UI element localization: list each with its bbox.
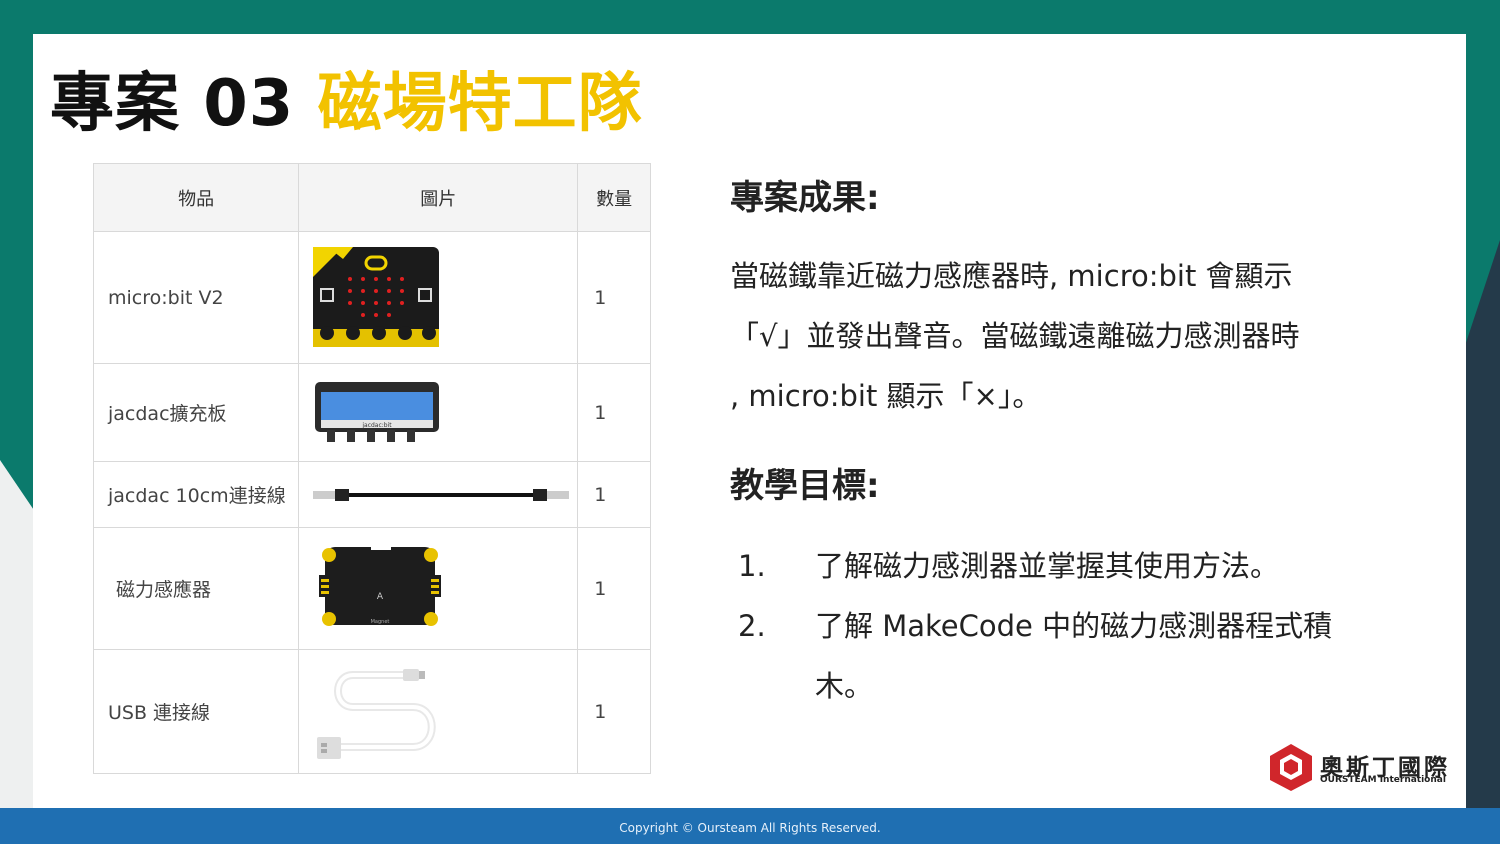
item-qty: 1	[577, 527, 651, 650]
goal-text: 了解磁力感測器並掌握其使用方法。	[815, 549, 1280, 583]
footer-copyright: Copyright © Oursteam All Rights Reserved…	[0, 808, 1500, 844]
logo-text-en: OURSTEAM International	[1320, 775, 1446, 785]
item-image-cell	[298, 231, 579, 364]
item-qty: 1	[577, 649, 651, 774]
outcome-line-3: , micro:bit 顯示「×」。	[730, 379, 1042, 413]
item-qty: 1	[577, 231, 651, 364]
jacdac-board-image: jacdac:bit	[315, 381, 440, 442]
goal-text-cont: 木。	[815, 669, 874, 703]
board-label: jacdac:bit	[362, 422, 393, 429]
item-image-cell	[298, 461, 579, 528]
microbit-image	[313, 246, 440, 347]
item-name: USB 連接線	[92, 649, 300, 774]
item-name: micro:bit V2	[92, 231, 300, 364]
table-row: USB 連接線 1	[92, 649, 651, 774]
goals-heading: 教學目標:	[730, 466, 880, 506]
table-header-row: 物品 圖片 數量	[92, 163, 651, 232]
header-qty: 數量	[577, 163, 651, 232]
title-highlight: 磁場特工隊	[317, 67, 643, 141]
goal-item: 1. 了解磁力感測器並掌握其使用方法。	[738, 536, 1418, 596]
header-item: 物品	[92, 163, 300, 232]
table-row: jacdac 10cm連接線 1	[92, 461, 651, 528]
oursteam-logo: 奧斯丁國際 OURSTEAM International	[1268, 742, 1458, 794]
header-image: 圖片	[298, 163, 579, 232]
item-qty: 1	[577, 363, 651, 462]
item-image-cell	[298, 649, 579, 774]
usb-cable-image	[317, 668, 437, 759]
item-name: jacdac 10cm連接線	[92, 461, 300, 528]
cube-logo-icon	[1270, 744, 1312, 791]
table-row: jacdac擴充板 jacdac:bit 1	[92, 363, 651, 462]
item-image-cell: jacdac:bit	[298, 363, 579, 462]
goal-number: 2.	[738, 609, 766, 643]
item-name: jacdac擴充板	[92, 363, 300, 462]
item-image-cell: A Magnet	[298, 527, 579, 650]
goal-text: 了解 MakeCode 中的磁力感測器程式積	[815, 609, 1333, 643]
magnet-label: Magnet	[371, 619, 390, 625]
table-row: micro:bit V2 1	[92, 231, 651, 364]
table-row: 磁力感應器 A Magnet 1	[92, 527, 651, 650]
outcome-line-2: 「√」並發出聲音。當磁鐵遠離磁力感測器時	[730, 319, 1300, 353]
svg-text:A: A	[377, 592, 384, 602]
goal-number: 1.	[738, 549, 766, 583]
item-name: 磁力感應器	[92, 527, 300, 650]
magnet-sensor-image: A Magnet	[319, 543, 442, 626]
outcome-heading: 專案成果:	[730, 178, 880, 218]
jacdac-cable-image	[313, 488, 570, 501]
outcome-line-1: 當磁鐵靠近磁力感應器時, micro:bit 會顯示	[730, 259, 1293, 293]
goal-item: 2. 了解 MakeCode 中的磁力感測器程式積 木。	[738, 596, 1418, 716]
page-title: 專案 03 磁場特工隊	[50, 52, 643, 144]
item-qty: 1	[577, 461, 651, 528]
title-prefix: 專案 03	[50, 67, 295, 141]
materials-table: 物品 圖片 數量 micro:bit V2 1 jacdac擴充板 jacdac…	[92, 163, 651, 774]
